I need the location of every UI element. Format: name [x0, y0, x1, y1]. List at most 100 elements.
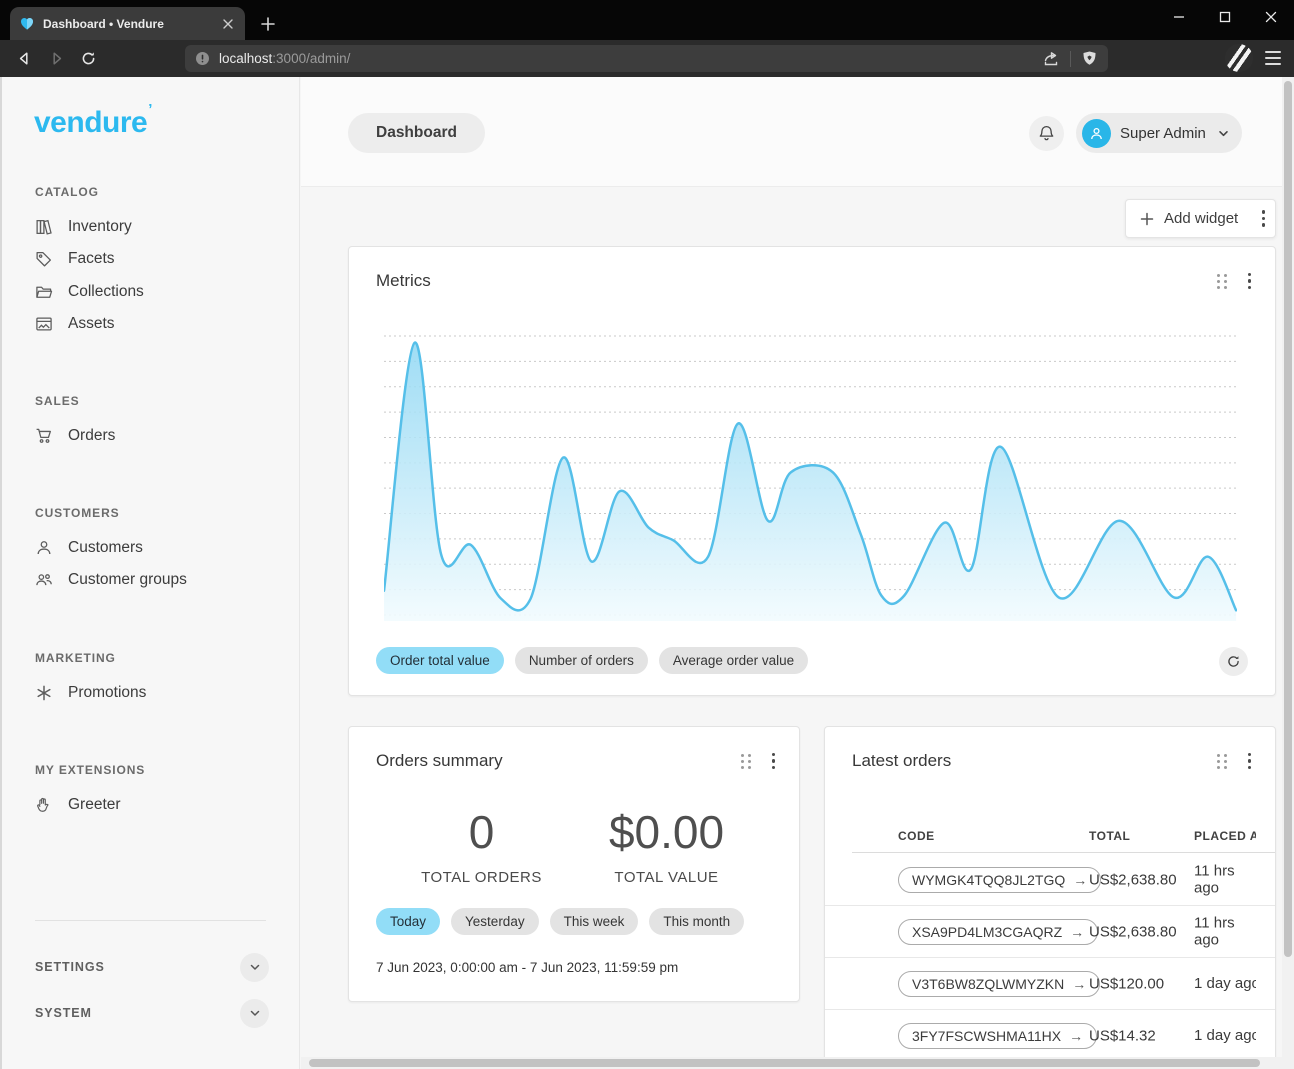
order-code-pill[interactable]: WYMGK4TQQ8JL2TGQ→: [898, 867, 1101, 893]
kebab-menu-icon[interactable]: [1248, 753, 1252, 770]
sidebar-item-promotions[interactable]: Promotions: [35, 677, 285, 709]
sidebar-item-customer-groups[interactable]: Customer groups: [35, 564, 285, 596]
order-code-pill[interactable]: 3FY7FSCWSHMA11HX→: [898, 1023, 1097, 1049]
range-chip-yesterday[interactable]: Yesterday: [451, 908, 539, 935]
sidebar-item-collections[interactable]: Collections: [35, 276, 285, 308]
site-info-icon[interactable]: [195, 51, 210, 66]
range-chip-this-month[interactable]: This month: [649, 908, 744, 935]
section-header-customers: CUSTOMERS: [35, 506, 120, 520]
sidebar-section-settings[interactable]: SETTINGS: [35, 951, 269, 983]
metric-tab-order-total-value[interactable]: Order total value: [376, 647, 504, 674]
date-range-text: 7 Jun 2023, 0:00:00 am - 7 Jun 2023, 11:…: [376, 960, 678, 975]
vertical-scrollbar-thumb[interactable]: [1284, 81, 1292, 957]
url-bar[interactable]: localhost:3000/admin/: [185, 45, 1108, 72]
vendure-logo: vendure’: [34, 101, 152, 140]
vertical-scrollbar[interactable]: [1282, 77, 1294, 1069]
sidebar-item-customers[interactable]: Customers: [35, 532, 285, 564]
widget-title: Metrics: [376, 271, 1217, 291]
kebab-menu-icon[interactable]: [772, 753, 776, 770]
section-header-catalog: CATALOG: [35, 185, 99, 199]
horizontal-scrollbar-thumb[interactable]: [309, 1059, 1260, 1067]
metric-tab-number-of-orders[interactable]: Number of orders: [515, 647, 648, 674]
url-host: localhost: [219, 51, 272, 66]
refresh-button[interactable]: [1219, 647, 1248, 676]
sidebar: vendure’ CATALOG Inventory Facets Collec…: [2, 77, 300, 1069]
sidebar-item-label: Promotions: [68, 684, 146, 702]
brave-shield-icon[interactable]: [1081, 50, 1098, 68]
notifications-button[interactable]: [1029, 116, 1064, 151]
table-row: V3T6BW8ZQLWMYZKN→ US$120.00 1 day ago: [825, 958, 1275, 1010]
sidebar-item-label: Assets: [68, 315, 115, 333]
chevron-down-icon[interactable]: [240, 999, 269, 1028]
drag-handle-icon[interactable]: [1217, 274, 1228, 289]
range-chip-this-week[interactable]: This week: [550, 908, 639, 935]
new-tab-button[interactable]: [254, 10, 281, 37]
browser-profile-avatar[interactable]: [1225, 44, 1253, 72]
sidebar-item-label: Collections: [68, 283, 144, 301]
sidebar-item-greeter[interactable]: Greeter: [35, 789, 285, 821]
column-header-code: CODE: [898, 829, 935, 843]
add-widget-button[interactable]: Add widget: [1125, 199, 1276, 238]
order-total: US$14.32: [1089, 1028, 1156, 1045]
sidebar-item-facets[interactable]: Facets: [35, 243, 285, 275]
users-icon: [35, 571, 53, 589]
drag-handle-icon[interactable]: [1217, 754, 1228, 769]
total-orders-value: 0: [389, 809, 574, 855]
arrow-right-icon: →: [1069, 1028, 1083, 1044]
window-controls: [1156, 0, 1294, 33]
tab-close-icon[interactable]: [219, 15, 236, 32]
drag-handle-icon[interactable]: [741, 754, 752, 769]
table-header-row: CODE TOTAL PLACED AT: [825, 820, 1275, 852]
user-avatar: [1082, 119, 1111, 148]
section-header-marketing: MARKETING: [35, 651, 116, 665]
bell-icon: [1037, 124, 1056, 143]
user-menu[interactable]: Super Admin: [1076, 113, 1242, 153]
order-code-pill[interactable]: V3T6BW8ZQLWMYZKN→: [898, 971, 1100, 997]
sidebar-section-system[interactable]: SYSTEM: [35, 997, 269, 1029]
cart-icon: [35, 427, 53, 445]
reload-button[interactable]: [75, 45, 101, 71]
asterisk-icon: [35, 684, 53, 702]
sidebar-item-inventory[interactable]: Inventory: [35, 211, 285, 243]
kebab-menu-icon[interactable]: [1262, 210, 1266, 227]
order-total: US$120.00: [1089, 975, 1164, 992]
order-code-pill[interactable]: XSA9PD4LM3CGAQRZ→: [898, 919, 1098, 945]
book-icon: [35, 218, 53, 236]
range-chip-today[interactable]: Today: [376, 908, 440, 935]
share-icon[interactable]: [1042, 50, 1060, 68]
metric-tab-average-order-value[interactable]: Average order value: [659, 647, 808, 674]
browser-tab-strip: Dashboard • Vendure: [0, 0, 1294, 40]
order-placed-at: 11 hrs ago: [1194, 862, 1246, 897]
total-value-value: $0.00: [574, 809, 759, 855]
sidebar-item-orders[interactable]: Orders: [35, 420, 285, 452]
chevron-down-icon[interactable]: [240, 953, 269, 982]
sidebar-item-label: Orders: [68, 427, 115, 445]
forward-button[interactable]: [43, 45, 69, 71]
hand-icon: [35, 796, 53, 814]
sidebar-item-assets[interactable]: Assets: [35, 308, 285, 340]
user-icon: [35, 539, 53, 557]
arrow-right-icon: →: [1073, 872, 1087, 888]
total-value-stat: $0.00 TOTAL VALUE: [574, 809, 759, 886]
column-header-total: TOTAL: [1089, 829, 1130, 843]
sidebar-item-label: Inventory: [68, 218, 132, 236]
order-total: US$2,638.80: [1089, 923, 1177, 940]
browser-tab[interactable]: Dashboard • Vendure: [10, 7, 245, 40]
app-viewport: vendure’ CATALOG Inventory Facets Collec…: [0, 77, 1294, 1069]
close-button[interactable]: [1248, 0, 1294, 33]
browser-menu-icon[interactable]: [1260, 46, 1286, 70]
orders-summary-widget: Orders summary 0 TOTAL ORDERS $0.00 TOTA…: [348, 726, 800, 1002]
kebab-menu-icon[interactable]: [1248, 273, 1252, 290]
breadcrumb[interactable]: Dashboard: [348, 113, 485, 153]
back-button[interactable]: [11, 45, 37, 71]
chevron-down-icon: [1217, 127, 1230, 140]
horizontal-scrollbar[interactable]: [301, 1057, 1282, 1069]
maximize-button[interactable]: [1202, 0, 1248, 33]
toolbar-divider: [1070, 51, 1071, 67]
folder-icon: [35, 283, 53, 301]
total-value-label: TOTAL VALUE: [574, 869, 759, 886]
order-placed-at: 1 day ago: [1194, 1027, 1256, 1045]
minimize-button[interactable]: [1156, 0, 1202, 33]
widget-title: Latest orders: [852, 751, 1217, 771]
sidebar-item-label: Customers: [68, 539, 143, 557]
